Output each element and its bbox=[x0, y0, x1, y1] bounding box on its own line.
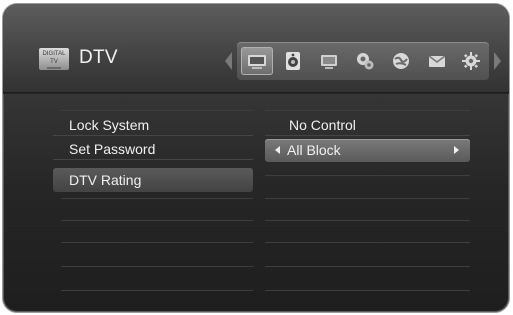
divider-line bbox=[265, 175, 470, 176]
menu-item-label: DTV Rating bbox=[69, 172, 142, 188]
divider-line bbox=[61, 266, 253, 267]
tv-setup-icon[interactable] bbox=[247, 51, 267, 71]
menu-item-label: Lock System bbox=[69, 117, 150, 133]
settings-gears-icon[interactable] bbox=[355, 51, 375, 71]
tv-icon-text: DIGITAL TV bbox=[42, 51, 66, 65]
network-globe-icon[interactable] bbox=[391, 51, 411, 71]
menu-header: DIGITAL TV DTV bbox=[3, 4, 509, 92]
menu-item-label: Set Password bbox=[69, 141, 156, 157]
divider-line bbox=[61, 198, 253, 199]
option-prev-arrow-icon[interactable] bbox=[275, 146, 280, 154]
category-icon-bar bbox=[237, 42, 489, 80]
speaker-icon[interactable] bbox=[283, 51, 303, 71]
divider-line bbox=[61, 220, 253, 221]
nav-right-arrow-icon[interactable] bbox=[494, 52, 501, 70]
option-label: No Control bbox=[289, 117, 356, 133]
envelope-icon[interactable] bbox=[427, 51, 447, 71]
page-title: DTV bbox=[79, 47, 118, 68]
divider-line bbox=[265, 198, 470, 199]
nav-left-arrow-icon[interactable] bbox=[225, 52, 232, 70]
tv-menu-screen: DIGITAL TV DTV Lock System Set Password … bbox=[3, 4, 509, 312]
tv-icon: DIGITAL TV bbox=[39, 48, 69, 70]
divider-line bbox=[61, 110, 253, 111]
option-no-control[interactable]: No Control bbox=[265, 114, 470, 136]
option-label: All Block bbox=[287, 142, 341, 158]
menu-item-set-password[interactable]: Set Password bbox=[53, 138, 253, 160]
divider-line bbox=[61, 290, 253, 291]
divider-line bbox=[265, 290, 470, 291]
option-all-block[interactable]: All Block bbox=[265, 139, 470, 162]
menu-item-lock-system[interactable]: Lock System bbox=[53, 114, 253, 136]
monitor-icon[interactable] bbox=[319, 51, 339, 71]
header-divider bbox=[3, 92, 509, 94]
divider-line bbox=[265, 242, 470, 243]
divider-line bbox=[265, 220, 470, 221]
gear-icon[interactable] bbox=[461, 51, 481, 71]
option-next-arrow-icon[interactable] bbox=[454, 146, 459, 154]
menu-item-dtv-rating[interactable]: DTV Rating bbox=[53, 168, 253, 192]
divider-line bbox=[265, 110, 470, 111]
divider-line bbox=[61, 242, 253, 243]
divider-line bbox=[265, 266, 470, 267]
